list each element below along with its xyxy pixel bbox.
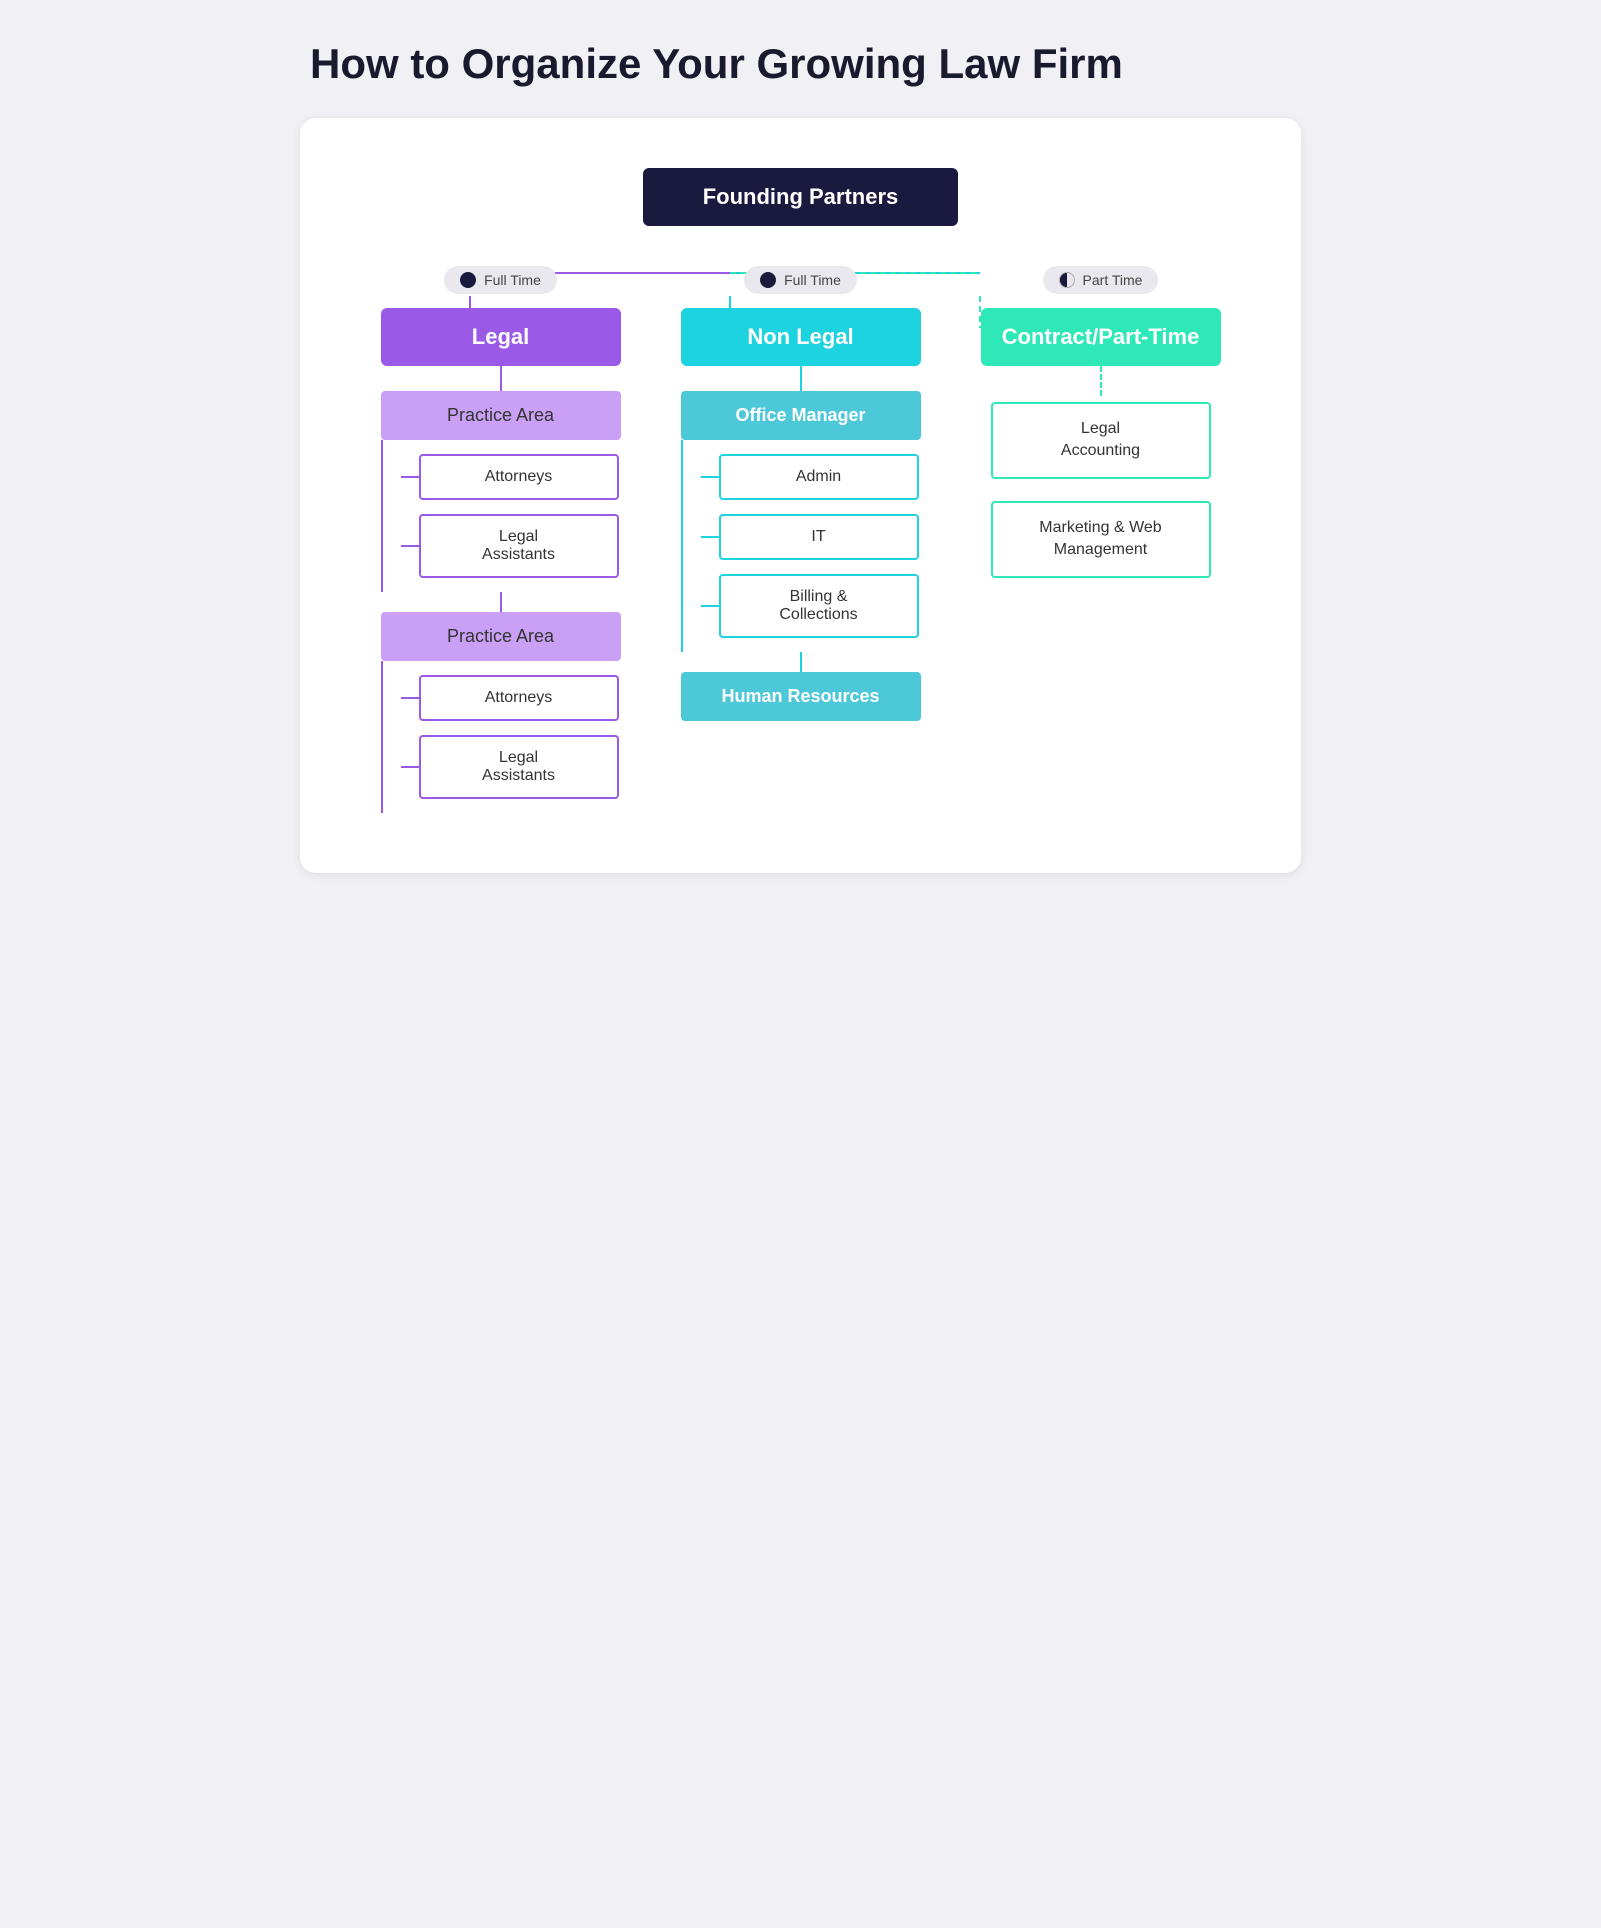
pa1-assistants-row: LegalAssistants: [401, 510, 619, 582]
pa2-bracket: [381, 661, 401, 813]
col-nonlegal: Full Time Non Legal Office Manager: [671, 266, 931, 813]
page-wrapper: How to Organize Your Growing Law Firm: [300, 40, 1301, 873]
pa1-bracket: [381, 440, 401, 592]
legal-line-1: [500, 366, 502, 391]
admin-box: Admin: [719, 454, 919, 500]
nonlegal-header-box: Non Legal: [681, 308, 921, 366]
it-row: IT: [701, 510, 919, 564]
pa1-h1: [401, 476, 419, 478]
founding-partners-label: Founding Partners: [703, 184, 899, 209]
nonlegal-badge: Full Time: [744, 266, 857, 294]
it-label: IT: [811, 528, 825, 545]
nonlegal-header-label: Non Legal: [747, 324, 853, 349]
office-subitems: Admin IT: [701, 440, 919, 652]
contract-header-label: Contract/Part-Time: [1002, 324, 1200, 349]
contract-badge: Part Time: [1043, 266, 1159, 294]
page-title: How to Organize Your Growing Law Firm: [300, 40, 1301, 88]
admin-h: [701, 476, 719, 478]
pa2-subitems: Attorneys LegalAssistants: [401, 661, 619, 813]
billing-box: Billing &Collections: [719, 574, 919, 638]
legal-header-box: Legal: [381, 308, 621, 366]
three-columns: Full Time Legal Practice Area: [340, 266, 1261, 813]
human-res-label: Human Resources: [721, 686, 879, 706]
pa1-assistants-label: LegalAssistants: [482, 528, 555, 563]
col-legal: Full Time Legal Practice Area: [371, 266, 631, 813]
office-bracket-v: [681, 440, 683, 652]
it-box: IT: [719, 514, 919, 560]
tree-root: Founding Partners Full Time: [340, 168, 1261, 813]
billing-row: Billing &Collections: [701, 570, 919, 642]
contract-header-box: Contract/Part-Time: [981, 308, 1221, 366]
practice-area-2-label: Practice Area: [447, 626, 554, 646]
legal-badge: Full Time: [444, 266, 557, 294]
practice-area-2-group: Practice Area Att: [381, 612, 621, 813]
legal-line-2: [500, 592, 502, 612]
pa1-attorneys-row: Attorneys: [401, 450, 619, 504]
office-mgr-label: Office Manager: [735, 405, 865, 425]
legal-accounting-label: LegalAccounting: [1061, 420, 1140, 459]
marketing-web-label: Marketing & WebManagement: [1039, 519, 1161, 558]
office-mgr-group: Office Manager Ad: [681, 391, 921, 652]
nonlegal-line-2: [800, 652, 802, 672]
col-contract: Part Time Contract/Part-Time LegalAccoun…: [971, 266, 1231, 813]
practice-area-2-box: Practice Area: [381, 612, 621, 661]
badge-dot-nonlegal: [760, 272, 776, 288]
office-bracket: [681, 440, 701, 652]
pa2-attorneys-row: Attorneys: [401, 671, 619, 725]
office-mgr-box: Office Manager: [681, 391, 921, 440]
pa2-assistants-box: LegalAssistants: [419, 735, 619, 799]
top-node: Founding Partners: [643, 168, 959, 226]
pa1-subitems: Attorneys LegalAssistants: [401, 440, 619, 592]
practice-area-1-box: Practice Area: [381, 391, 621, 440]
admin-label: Admin: [796, 468, 841, 485]
pa2-assistants-label: LegalAssistants: [482, 749, 555, 784]
pa2-attorneys-box: Attorneys: [419, 675, 619, 721]
it-h: [701, 536, 719, 538]
pa2-sub-wrapper: Attorneys LegalAssistants: [381, 661, 621, 813]
contract-badge-label: Part Time: [1083, 272, 1143, 288]
pa1-attorneys-label: Attorneys: [485, 468, 553, 485]
nonlegal-badge-label: Full Time: [784, 272, 841, 288]
pa1-sub-wrapper: Attorneys LegalAssistants: [381, 440, 621, 592]
pa2-h2: [401, 766, 419, 768]
pa1-assistants-box: LegalAssistants: [419, 514, 619, 578]
billing-h: [701, 605, 719, 607]
founding-partners-box: Founding Partners: [643, 168, 959, 226]
admin-row: Admin: [701, 450, 919, 504]
badge-dot-contract: [1059, 272, 1075, 288]
legal-accounting-box: LegalAccounting: [991, 402, 1211, 479]
legal-header-label: Legal: [472, 324, 529, 349]
pa2-bracket-v: [381, 661, 383, 813]
practice-area-1-group: Practice Area: [381, 391, 621, 592]
marketing-web-box: Marketing & WebManagement: [991, 501, 1211, 578]
pa1-h2: [401, 545, 419, 547]
legal-badge-label: Full Time: [484, 272, 541, 288]
pa2-assistants-row: LegalAssistants: [401, 731, 619, 803]
pa1-bracket-v: [381, 440, 383, 592]
billing-label: Billing &Collections: [779, 588, 857, 623]
human-res-box: Human Resources: [681, 672, 921, 721]
contract-line-1: [1100, 366, 1102, 396]
nonlegal-line-1: [800, 366, 802, 391]
pa2-h1: [401, 697, 419, 699]
badge-dot-legal: [460, 272, 476, 288]
pa1-attorneys-box: Attorneys: [419, 454, 619, 500]
office-sub-wrapper: Admin IT: [681, 440, 921, 652]
practice-area-1-label: Practice Area: [447, 405, 554, 425]
diagram-container: Founding Partners Full Time: [300, 118, 1301, 873]
pa2-attorneys-label: Attorneys: [485, 689, 553, 706]
